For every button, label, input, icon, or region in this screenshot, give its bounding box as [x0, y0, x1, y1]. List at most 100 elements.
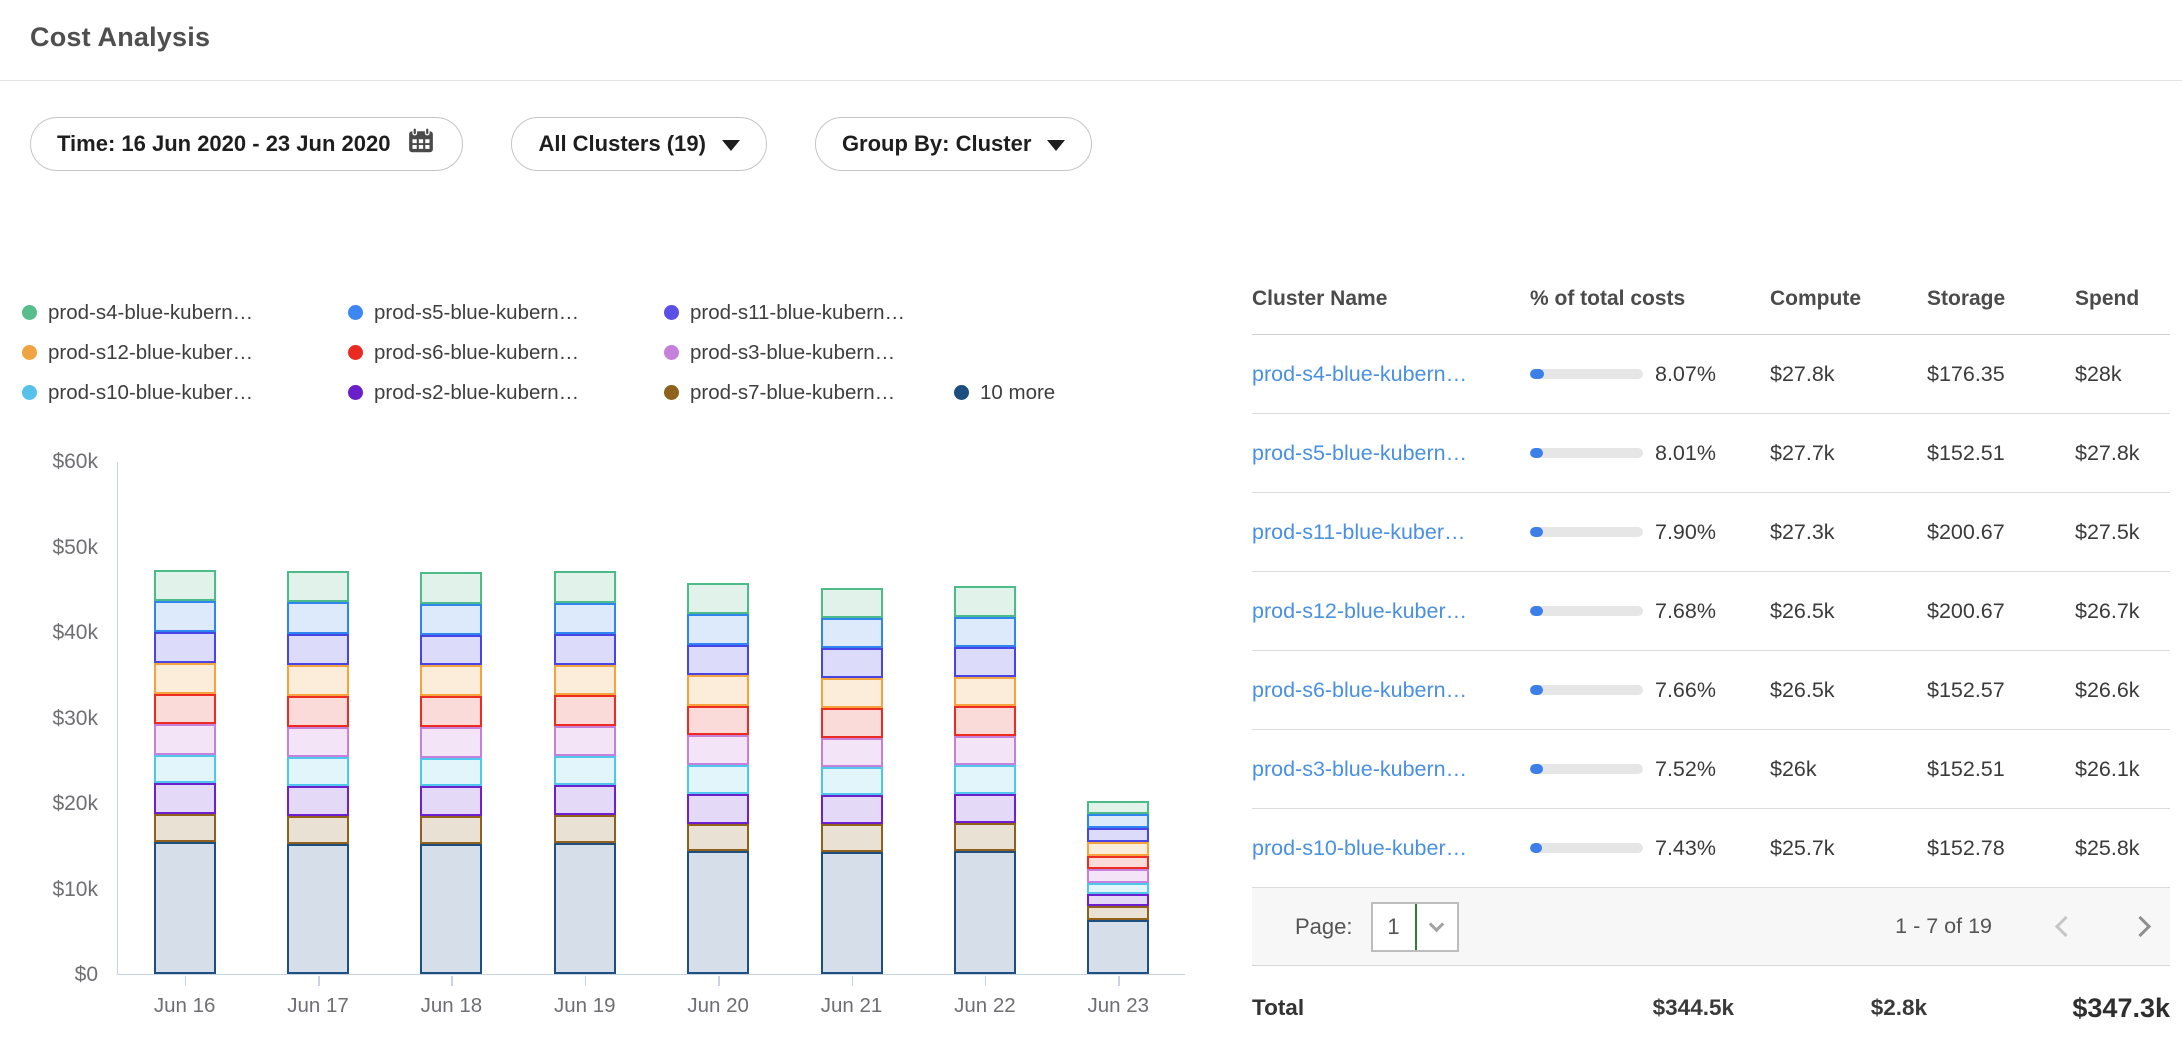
bar-segment-prod-s4-blue-kubern-[interactable]: [420, 572, 482, 604]
bar-segment-prod-s10-blue-kuber-[interactable]: [954, 765, 1016, 793]
bar-segment-prod-s6-blue-kubern-[interactable]: [420, 696, 482, 727]
bar-segment-prod-s4-blue-kubern-[interactable]: [1087, 801, 1149, 814]
bar-segment-prod-s12-blue-kuber-[interactable]: [154, 663, 216, 694]
bar-segment-prod-s3-blue-kubern-[interactable]: [154, 724, 216, 755]
bar-segment-prod-s12-blue-kuber-[interactable]: [1087, 842, 1149, 856]
bar-segment-prod-s7-blue-kubern-[interactable]: [554, 815, 616, 843]
bar-segment-prod-s11-blue-kubern-[interactable]: [154, 632, 216, 663]
bar-segment-prod-s5-blue-kubern-[interactable]: [554, 603, 616, 634]
legend-item-prod-s11-blue-kubern-[interactable]: prod-s11-blue-kubern…: [664, 298, 954, 327]
page-select[interactable]: 1: [1371, 902, 1459, 952]
bar-segment-10-more[interactable]: [154, 842, 216, 974]
bar-segment-prod-s4-blue-kubern-[interactable]: [287, 571, 349, 603]
cluster-name-link[interactable]: prod-s4-blue-kubern…: [1252, 362, 1530, 387]
bar-segment-prod-s11-blue-kubern-[interactable]: [954, 647, 1016, 677]
legend-item-prod-s5-blue-kubern-[interactable]: prod-s5-blue-kubern…: [348, 298, 664, 327]
legend-item-prod-s6-blue-kubern-[interactable]: prod-s6-blue-kubern…: [348, 338, 664, 367]
bar-segment-10-more[interactable]: [287, 844, 349, 974]
bar-segment-prod-s5-blue-kubern-[interactable]: [687, 614, 749, 645]
bar-segment-prod-s5-blue-kubern-[interactable]: [1087, 814, 1149, 828]
bar-segment-prod-s3-blue-kubern-[interactable]: [687, 735, 749, 765]
bar-segment-10-more[interactable]: [954, 851, 1016, 974]
bar-segment-prod-s2-blue-kubern-[interactable]: [420, 786, 482, 816]
clusters-filter-dropdown[interactable]: All Clusters (19): [511, 117, 767, 171]
bar-segment-prod-s7-blue-kubern-[interactable]: [954, 823, 1016, 851]
bar-segment-prod-s4-blue-kubern-[interactable]: [154, 570, 216, 602]
bar-segment-prod-s7-blue-kubern-[interactable]: [287, 816, 349, 844]
bar-segment-prod-s2-blue-kubern-[interactable]: [954, 794, 1016, 823]
bar-segment-prod-s2-blue-kubern-[interactable]: [821, 795, 883, 824]
bar-segment-prod-s5-blue-kubern-[interactable]: [287, 602, 349, 634]
bar-segment-prod-s7-blue-kubern-[interactable]: [154, 814, 216, 842]
bar-segment-prod-s6-blue-kubern-[interactable]: [687, 706, 749, 736]
bar-segment-prod-s10-blue-kuber-[interactable]: [420, 758, 482, 786]
bar-segment-prod-s3-blue-kubern-[interactable]: [954, 736, 1016, 765]
bar-segment-prod-s11-blue-kubern-[interactable]: [821, 648, 883, 678]
bar-segment-prod-s3-blue-kubern-[interactable]: [821, 738, 883, 767]
legend-item-prod-s4-blue-kubern-[interactable]: prod-s4-blue-kubern…: [22, 298, 348, 327]
bar-segment-prod-s12-blue-kuber-[interactable]: [687, 675, 749, 706]
bar-segment-prod-s11-blue-kubern-[interactable]: [287, 634, 349, 665]
bar-segment-prod-s5-blue-kubern-[interactable]: [821, 618, 883, 648]
bar-segment-prod-s2-blue-kubern-[interactable]: [154, 783, 216, 814]
cluster-name-link[interactable]: prod-s11-blue-kuber…: [1252, 520, 1530, 545]
bar-segment-10-more[interactable]: [687, 851, 749, 974]
legend-item-10-more[interactable]: 10 more: [954, 378, 1210, 407]
bar-segment-10-more[interactable]: [420, 844, 482, 974]
cluster-name-link[interactable]: prod-s5-blue-kubern…: [1252, 441, 1530, 466]
bar-segment-prod-s11-blue-kubern-[interactable]: [554, 634, 616, 665]
bar-segment-prod-s11-blue-kubern-[interactable]: [1087, 828, 1149, 843]
cluster-name-link[interactable]: prod-s12-blue-kuber…: [1252, 599, 1530, 624]
bar-segment-10-more[interactable]: [554, 843, 616, 974]
bar-segment-prod-s2-blue-kubern-[interactable]: [554, 785, 616, 815]
bar-segment-prod-s10-blue-kuber-[interactable]: [287, 757, 349, 786]
bar-segment-prod-s5-blue-kubern-[interactable]: [420, 604, 482, 635]
prev-page-button[interactable]: [2054, 910, 2077, 944]
legend-item-prod-s2-blue-kubern-[interactable]: prod-s2-blue-kubern…: [348, 378, 664, 407]
cluster-name-link[interactable]: prod-s6-blue-kubern…: [1252, 678, 1530, 703]
bar-segment-prod-s3-blue-kubern-[interactable]: [554, 726, 616, 756]
bar-segment-prod-s7-blue-kubern-[interactable]: [1087, 906, 1149, 920]
bar-segment-prod-s5-blue-kubern-[interactable]: [954, 617, 1016, 647]
bar-segment-prod-s4-blue-kubern-[interactable]: [554, 571, 616, 603]
bar-segment-prod-s6-blue-kubern-[interactable]: [954, 706, 1016, 736]
bar-segment-prod-s10-blue-kuber-[interactable]: [821, 767, 883, 795]
bar-segment-prod-s7-blue-kubern-[interactable]: [420, 816, 482, 844]
bar-segment-prod-s2-blue-kubern-[interactable]: [1087, 894, 1149, 907]
bar-segment-prod-s2-blue-kubern-[interactable]: [287, 786, 349, 816]
bar-segment-prod-s12-blue-kuber-[interactable]: [287, 665, 349, 697]
bar-segment-prod-s2-blue-kubern-[interactable]: [687, 794, 749, 824]
bar-segment-prod-s4-blue-kubern-[interactable]: [821, 588, 883, 618]
bar-segment-prod-s6-blue-kubern-[interactable]: [554, 695, 616, 726]
legend-item-prod-s12-blue-kuber-[interactable]: prod-s12-blue-kuber…: [22, 338, 348, 367]
bar-segment-prod-s10-blue-kuber-[interactable]: [154, 755, 216, 783]
group-by-dropdown[interactable]: Group By: Cluster: [815, 117, 1092, 171]
bar-segment-prod-s7-blue-kubern-[interactable]: [821, 824, 883, 851]
bar-segment-prod-s4-blue-kubern-[interactable]: [954, 586, 1016, 617]
bar-segment-prod-s11-blue-kubern-[interactable]: [687, 645, 749, 675]
bar-segment-prod-s5-blue-kubern-[interactable]: [154, 601, 216, 632]
bar-segment-prod-s3-blue-kubern-[interactable]: [420, 727, 482, 758]
time-range-filter[interactable]: Time: 16 Jun 2020 - 23 Jun 2020: [30, 117, 463, 171]
bar-segment-prod-s6-blue-kubern-[interactable]: [1087, 856, 1149, 869]
legend-item-prod-s10-blue-kuber-[interactable]: prod-s10-blue-kuber…: [22, 378, 348, 407]
bar-segment-prod-s7-blue-kubern-[interactable]: [687, 824, 749, 851]
next-page-button[interactable]: [2129, 910, 2152, 944]
bar-segment-prod-s12-blue-kuber-[interactable]: [954, 677, 1016, 707]
bar-segment-prod-s12-blue-kuber-[interactable]: [420, 665, 482, 696]
cluster-name-link[interactable]: prod-s3-blue-kubern…: [1252, 757, 1530, 782]
bar-segment-prod-s12-blue-kuber-[interactable]: [554, 665, 616, 696]
legend-item-prod-s3-blue-kubern-[interactable]: prod-s3-blue-kubern…: [664, 338, 954, 367]
bar-segment-prod-s6-blue-kubern-[interactable]: [287, 696, 349, 727]
bar-segment-prod-s4-blue-kubern-[interactable]: [687, 583, 749, 614]
cluster-name-link[interactable]: prod-s10-blue-kuber…: [1252, 836, 1530, 861]
bar-segment-prod-s10-blue-kuber-[interactable]: [687, 765, 749, 793]
bar-segment-prod-s12-blue-kuber-[interactable]: [821, 678, 883, 708]
bar-segment-prod-s10-blue-kuber-[interactable]: [1087, 883, 1149, 894]
bar-segment-prod-s10-blue-kuber-[interactable]: [554, 756, 616, 785]
legend-item-prod-s7-blue-kubern-[interactable]: prod-s7-blue-kubern…: [664, 378, 954, 407]
bar-segment-prod-s6-blue-kubern-[interactable]: [154, 694, 216, 725]
bar-segment-10-more[interactable]: [821, 852, 883, 974]
bar-segment-prod-s3-blue-kubern-[interactable]: [287, 727, 349, 757]
bar-segment-prod-s11-blue-kubern-[interactable]: [420, 635, 482, 666]
